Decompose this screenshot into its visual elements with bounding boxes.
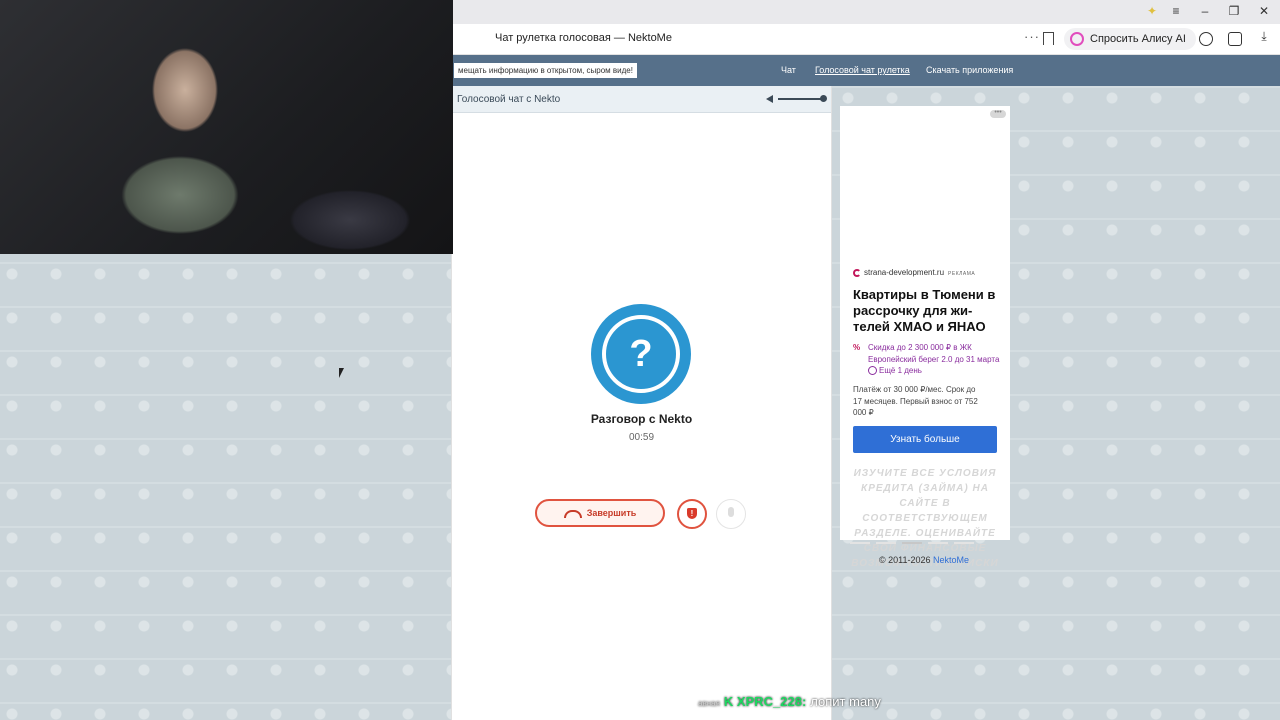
menu-icon[interactable]: ≡ [1164,4,1188,18]
call-timer: 00:59 [628,432,655,443]
bookmark-icon[interactable] [1043,32,1054,45]
question-icon: ? [602,315,680,393]
alice-label: Спросить Алису AI [1090,33,1186,45]
webcam-overlay [0,0,453,254]
close-icon[interactable]: ✕ [1252,4,1276,18]
stream-chat-text: лопит many [810,694,881,709]
ad-options-icon[interactable]: ••• [990,109,1006,118]
tab-title[interactable]: Чат рулетка голосовая — NektoMe [495,32,672,44]
stream-chat-badge: авная [698,699,720,708]
end-call-label: Завершить [586,508,637,518]
mouse-cursor-icon [339,368,344,378]
ad-banner[interactable]: ••• strana-development.ru РЕКЛАМА Квартир… [840,106,1010,569]
footer-copyright: © 2011-2026 [879,555,934,565]
stream-chat-user: K XPRC_228: [723,694,807,709]
volume-icon[interactable] [766,95,773,103]
ad-source[interactable]: strana-development.ru РЕКЛАМА [853,268,975,277]
site-header: мещать информацию в открытом, сыром виде… [452,55,1280,86]
ad-label: РЕКЛАМА [948,271,976,277]
chat-header: Голосовой чат с Nekto [452,86,831,113]
advertiser-logo-icon [853,268,861,277]
report-button[interactable]: ! [677,499,707,529]
alice-icon [1070,32,1084,46]
volume-slider[interactable] [778,98,824,100]
collections-icon[interactable] [1228,32,1242,46]
peer-avatar: ? [591,304,691,404]
ad-carousel-indicator [850,531,1000,544]
voice-chat-panel: Голосовой чат с Nekto ? Разговор с Nekto… [451,86,832,720]
restore-icon[interactable]: ❐ [1222,4,1246,18]
ad-discount-text: Скидка до 2 300 000 ₽ в ЖК Европейский б… [868,343,1000,364]
peer-name: Разговор с Nekto [590,412,693,426]
nav-chat[interactable]: Чат [781,65,796,75]
hangup-icon [563,509,582,518]
clock-icon [868,366,877,376]
ad-days-left: Ещё 1 день [879,366,922,375]
ad-terms: Платёж от 30 000 ₽/мес. Срок до 17 месяц… [853,385,978,417]
nav-download-apps[interactable]: Скачать приложения [926,65,1013,75]
privacy-notice: мещать информацию в открытом, сыром виде… [454,63,637,78]
chat-header-title: Голосовой чат с Nekto [457,94,561,105]
footer-link[interactable]: NektoMe [933,555,969,565]
nav-voice-roulette[interactable]: Голосовой чат рулетка [815,65,910,75]
shield-icon: ! [687,508,697,519]
alice-button[interactable]: Спросить Алису AI [1064,28,1196,50]
ad-title[interactable]: Квартиры в Тюмени в рассрочку для жи-тел… [853,287,1001,335]
percent-icon: % [853,343,861,352]
media-play-icon[interactable] [1199,32,1213,46]
ad-cta-button[interactable]: Узнать больше [853,426,997,453]
volume-slider-handle[interactable] [820,95,827,102]
ad-source-domain: strana-development.ru [864,268,945,277]
download-icon[interactable]: ⤓ [1252,29,1276,44]
microphone-icon [728,507,734,517]
mic-button[interactable] [716,499,746,529]
page-footer: © 2011-2026 NektoMe [879,555,969,565]
stream-chat-message: авная K XPRC_228: лопит many [698,694,881,709]
end-call-button[interactable]: Завершить [535,499,665,527]
more-icon[interactable]: ··· [1024,29,1040,44]
theme-icon[interactable]: ✦ [1140,4,1164,18]
ad-discount: % Скидка до 2 300 000 ₽ в ЖК Европейский… [853,342,1001,377]
minimize-icon[interactable]: – [1193,4,1217,18]
